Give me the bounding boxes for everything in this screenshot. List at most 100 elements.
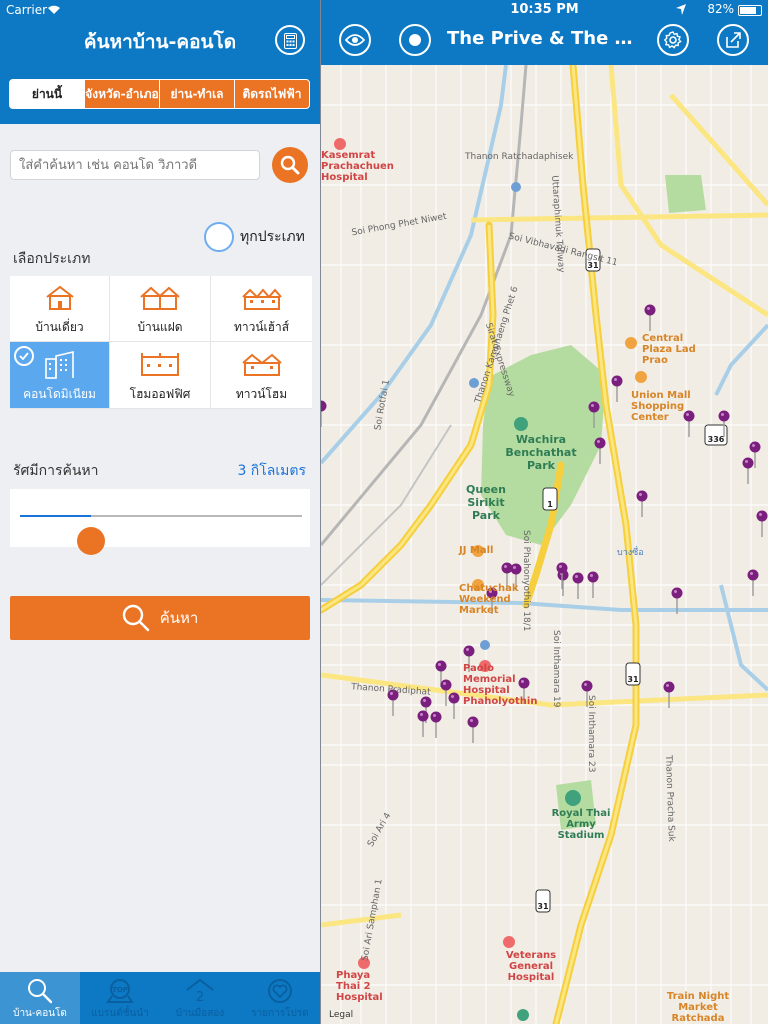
type-home-office[interactable]: โฮมออฟฟิศ [110, 342, 211, 409]
segment-province[interactable]: จังหวัด-อำเภอ [84, 80, 159, 108]
tab-top-brands[interactable]: TOP แบรนด์ชั้นนำ [80, 972, 160, 1024]
wifi-icon [48, 5, 60, 14]
type-condominium[interactable]: คอนโดมิเนียม [10, 342, 110, 409]
tab-favorites[interactable]: รายการโปรด [240, 972, 320, 1024]
map-label: Wachira Benchathat Park [505, 433, 577, 472]
townhome-icon [241, 353, 282, 376]
all-types-radio[interactable] [204, 222, 234, 252]
status-time: 10:35 PM [510, 2, 579, 17]
type-label: คอนโดมิเนียม [23, 387, 96, 401]
listing-pin[interactable] [756, 510, 768, 538]
type-label: บ้านเดี่ยว [35, 320, 84, 334]
settings-button[interactable] [657, 24, 689, 56]
battery-icon [738, 5, 762, 16]
listing-pin[interactable] [448, 692, 460, 720]
type-label: บ้านแฝด [137, 320, 183, 334]
radius-slider-knob[interactable] [76, 527, 105, 555]
search-submit-button[interactable] [272, 147, 308, 183]
map-label: Soi Phahonyothin 18/1 [521, 530, 531, 632]
listing-pin[interactable] [611, 375, 623, 403]
search-icon [28, 979, 53, 1004]
segment-area[interactable]: ย่าน-ทำเล [159, 80, 234, 108]
share-button[interactable] [717, 24, 749, 56]
tab-secondhand[interactable]: 2 บ้านมือสอง [160, 972, 240, 1024]
listing-pin[interactable] [636, 490, 648, 518]
gear-icon [664, 31, 682, 49]
listing-pin[interactable] [587, 571, 599, 599]
tab-house-condo[interactable]: บ้าน-คอนโด [0, 972, 80, 1024]
segment-skytrain[interactable]: ติดรถไฟฟ้า [234, 80, 309, 108]
type-label: โฮมออฟฟิศ [129, 387, 191, 401]
listing-pin[interactable] [556, 562, 568, 590]
all-types-label: ทุกประเภท [240, 229, 305, 245]
search-icon [280, 155, 300, 175]
listing-pin[interactable] [663, 681, 675, 709]
listing-pin[interactable] [417, 710, 429, 738]
twin-house-icon [140, 286, 180, 310]
map-label: Paolo Memorial Hospital Phaholyothin [463, 663, 538, 707]
share-icon [726, 32, 741, 48]
search-panel: Carrier ค้นหาบ้าน-คอนโด ย่านนี้ จังหวัด-… [0, 0, 320, 1024]
property-type-grid: บ้านเดี่ยว บ้านแฝด ทาวน์เฮ้าส์ คอนโดมิเน… [10, 276, 312, 409]
listing-pin[interactable] [747, 569, 759, 597]
legal-link[interactable]: Legal [329, 1010, 353, 1020]
listing-pin[interactable] [671, 587, 683, 615]
map-canvas: 31 1 31 31 336 [321, 65, 768, 1024]
calculator-icon [284, 33, 297, 49]
record-dot-icon [409, 34, 421, 46]
map-label: บางซื่อ [617, 548, 644, 558]
tab-label: บ้านมือสอง [175, 1008, 225, 1019]
type-townhome[interactable]: ทาวน์โฮม [211, 342, 312, 409]
carrier-label: Carrier [6, 3, 48, 17]
type-single-house[interactable]: บ้านเดี่ยว [10, 276, 110, 342]
listing-pin[interactable] [430, 711, 442, 739]
tab-bar: บ้าน-คอนโด TOP แบรนด์ชั้นนำ 2 บ้านมือสอง… [0, 972, 320, 1024]
radius-value: 3 กิโลเมตร [237, 463, 306, 479]
type-townhouse[interactable]: ทาวน์เฮ้าส์ [211, 276, 312, 342]
route-1-label: 1 [547, 500, 553, 509]
listing-pin[interactable] [718, 410, 730, 438]
map-label: Queen Sirikit Park [466, 483, 506, 522]
listing-pin[interactable] [742, 457, 754, 485]
type-label: ทาวน์เฮ้าส์ [233, 320, 290, 334]
map-label: Kasemrat Prachachuen Hospital [321, 150, 394, 183]
listing-pin[interactable] [321, 400, 327, 428]
single-house-icon [45, 285, 74, 310]
page-title: ค้นหาบ้าน-คอนโด [83, 31, 237, 53]
tab-label: แบรนด์ชั้นนำ [91, 1008, 149, 1019]
selected-check-icon [14, 346, 34, 366]
listing-pin[interactable] [588, 401, 600, 429]
radius-slider-track[interactable] [20, 515, 302, 555]
eye-icon [345, 34, 365, 46]
listing-pin[interactable] [572, 572, 584, 600]
map-label: Soi Inthamara 19 [551, 630, 561, 708]
map-view[interactable]: 31 1 31 31 336 Thanon Ratchadaphisek Utt… [321, 65, 768, 1024]
heart-icon [268, 979, 292, 1003]
type-twin-house[interactable]: บ้านแฝด [110, 276, 211, 342]
search-button[interactable]: ค้นหา [10, 596, 310, 640]
choose-type-label: เลือกประเภท [13, 251, 91, 267]
all-types-option[interactable]: ทุกประเภท [204, 222, 305, 252]
top-badge-text: TOP [112, 986, 128, 994]
search-input[interactable] [10, 150, 260, 180]
map-label: Central Plaza Lad Prao [642, 333, 696, 366]
route-31-label: 31 [627, 675, 639, 684]
right-header: 10:35 PM 82% The Prive & The Urb... [321, 0, 768, 65]
listing-pin[interactable] [644, 304, 656, 332]
tab-label: รายการโปรด [251, 1008, 309, 1019]
map-label: Thanon Ratchadaphisek [465, 152, 574, 162]
townhouse-icon [241, 288, 282, 310]
left-header: Carrier ค้นหาบ้าน-คอนโด ย่านนี้ จังหวัด-… [0, 0, 320, 124]
record-location-button[interactable] [399, 24, 431, 56]
listing-pin[interactable] [467, 716, 479, 744]
map-label: Union Mall Shopping Center [631, 390, 691, 423]
view-toggle-button[interactable] [339, 24, 371, 56]
location-segmented-control: ย่านนี้ จังหวัด-อำเภอ ย่าน-ทำเล ติดรถไฟฟ… [9, 79, 310, 109]
map-label: Phaya Thai 2 Hospital [336, 970, 383, 1003]
map-label: Royal Thai Army Stadium [551, 808, 611, 841]
calculator-button[interactable] [275, 25, 305, 55]
map-title: The Prive & The Urb... [447, 28, 643, 49]
listing-pin[interactable] [594, 437, 606, 465]
segment-nearby[interactable]: ย่านนี้ [10, 80, 84, 108]
top-badge-icon: TOP [106, 979, 134, 1003]
